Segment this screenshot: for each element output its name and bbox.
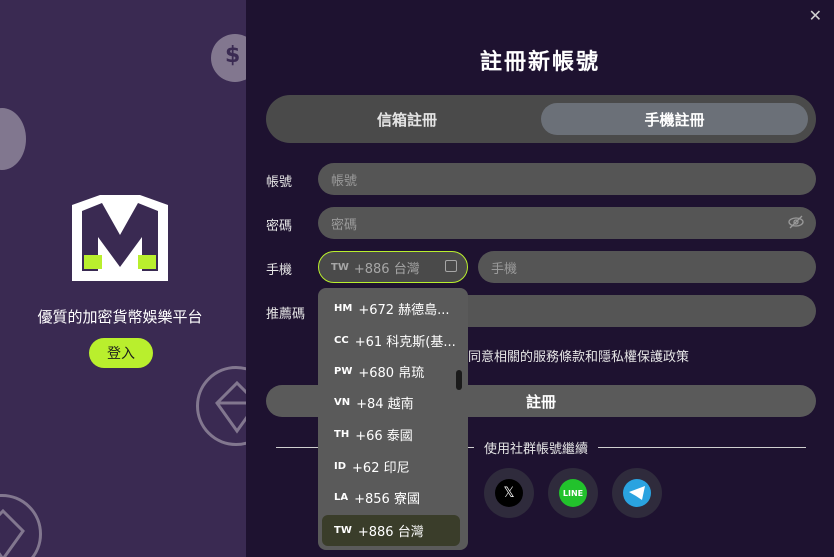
country-code: TW <box>331 261 349 273</box>
password-placeholder: 密碼 <box>331 217 358 233</box>
register-tabs: 信箱註冊 手機註冊 <box>266 95 816 143</box>
dropdown-option-hm[interactable]: HM +672 赫德島... <box>322 293 460 324</box>
telegram-icon <box>623 479 651 507</box>
login-button[interactable]: 登入 <box>89 338 153 368</box>
dollar-coin-icon: $ <box>211 34 246 82</box>
account-input[interactable]: 帳號 <box>318 163 816 195</box>
password-input[interactable]: 密碼 <box>318 207 816 239</box>
dropdown-option-id[interactable]: ID +62 印尼 <box>322 451 460 482</box>
gem-icon <box>0 494 42 557</box>
option-code: ID <box>334 461 347 472</box>
option-label: +672 赫德島... <box>358 303 450 318</box>
option-code: TH <box>334 429 350 440</box>
option-label: +886 台灣 <box>357 525 424 540</box>
option-code: HM <box>334 303 353 314</box>
modal-title: 註冊新帳號 <box>479 50 600 75</box>
tab-phone-register[interactable]: 手機註冊 <box>541 103 808 135</box>
option-label: +62 印尼 <box>352 461 410 476</box>
option-code: TW <box>334 525 352 536</box>
page: $ 優質的加密貨幣娛樂平台 登入 ✕ 註冊新帳號 信箱註冊 手機註冊 帳號 帳號… <box>0 0 834 557</box>
x-icon: 𝕏 <box>495 479 523 507</box>
line-icon: LINE <box>559 479 587 507</box>
brand-logo <box>70 193 170 283</box>
option-label: +680 帛琉 <box>358 366 425 381</box>
option-label: +84 越南 <box>356 397 414 412</box>
option-code: LA <box>334 492 349 503</box>
password-label: 密碼 <box>266 219 293 234</box>
country-value: +886 台灣 <box>353 261 420 277</box>
close-icon[interactable]: ✕ <box>809 6 822 25</box>
social-login-text: 使用社群帳號繼續 <box>474 438 599 457</box>
dropdown-scrollbar[interactable] <box>456 370 462 390</box>
decor-icon <box>0 108 26 170</box>
tagline: 優質的加密貨幣娛樂平台 <box>37 308 203 326</box>
tab-email-register[interactable]: 信箱註冊 <box>272 103 542 135</box>
dropdown-option-vn[interactable]: VN +84 越南 <box>322 387 460 418</box>
dropdown-option-pw[interactable]: PW +680 帛琉 <box>322 356 460 387</box>
telegram-login-button[interactable] <box>612 468 662 518</box>
phone-label: 手機 <box>266 263 293 278</box>
option-code: PW <box>334 366 353 377</box>
option-label: +61 科克斯(基... <box>354 335 456 350</box>
country-dropdown: HM +672 赫德島... CC +61 科克斯(基... PW +680 帛琉 V… <box>318 288 468 550</box>
option-label: +856 寮國 <box>354 492 420 507</box>
referral-label: 推薦碼 <box>266 307 306 322</box>
dropdown-option-th[interactable]: TH +66 泰國 <box>322 419 460 450</box>
gem-icon <box>196 366 246 446</box>
x-login-button[interactable]: 𝕏 <box>484 468 534 518</box>
eye-off-icon[interactable] <box>788 215 804 233</box>
option-code: CC <box>334 335 349 346</box>
dropdown-icon <box>445 260 457 272</box>
country-code-select[interactable]: TW +886 台灣 <box>318 251 468 283</box>
dropdown-option-tw[interactable]: TW +886 台灣 <box>322 515 460 546</box>
dropdown-option-cc[interactable]: CC +61 科克斯(基... <box>322 325 460 356</box>
account-label: 帳號 <box>266 175 293 190</box>
left-panel: $ 優質的加密貨幣娛樂平台 登入 <box>0 0 246 557</box>
agree-text[interactable]: 同意相關的服務條款和隱私權保護政策 <box>468 346 689 365</box>
phone-input[interactable]: 手機 <box>478 251 816 283</box>
option-label: +66 泰國 <box>355 429 413 444</box>
dropdown-option-la[interactable]: LA +856 寮國 <box>322 482 460 513</box>
option-code: VN <box>334 397 351 408</box>
line-login-button[interactable]: LINE <box>548 468 598 518</box>
